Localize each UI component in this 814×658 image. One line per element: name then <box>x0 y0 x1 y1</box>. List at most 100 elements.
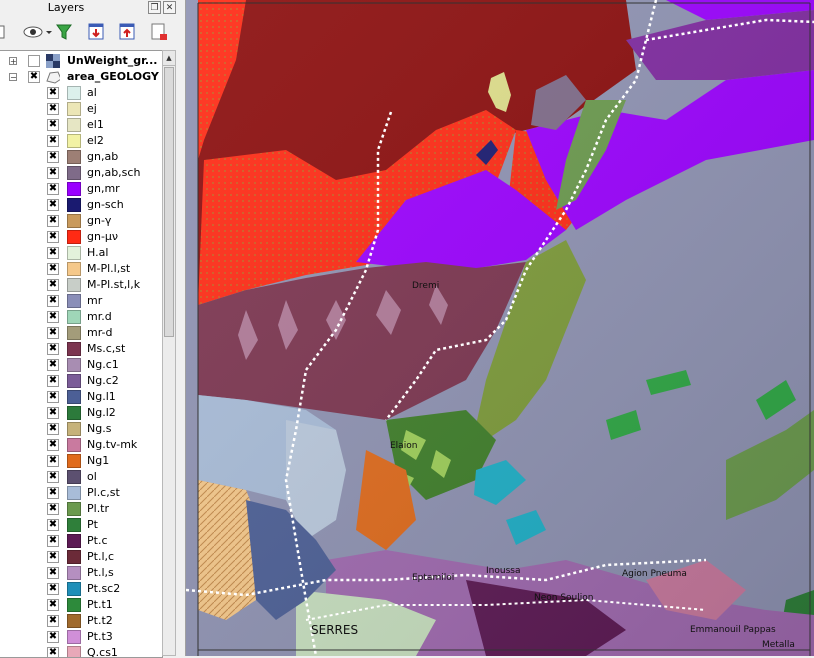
legend-item[interactable]: ✖ Ng.c2 <box>0 373 162 389</box>
legend-item[interactable]: ✖ gn,mr <box>0 181 162 197</box>
legend-item-checkbox[interactable]: ✖ <box>47 631 59 643</box>
legend-item-checkbox[interactable]: ✖ <box>47 647 59 657</box>
legend-item[interactable]: ✖ gn-sch <box>0 197 162 213</box>
legend-item-checkbox[interactable]: ✖ <box>47 423 59 435</box>
legend-item-checkbox[interactable]: ✖ <box>47 327 59 339</box>
legend-item[interactable]: ✖ gn-γ <box>0 213 162 229</box>
legend-item-checkbox[interactable]: ✖ <box>47 535 59 547</box>
layer-row-vector[interactable]: − ✖ area_GEOLOGY <box>0 69 162 85</box>
legend-item-checkbox[interactable]: ✖ <box>47 151 59 163</box>
legend-item-checkbox[interactable]: ✖ <box>47 375 59 387</box>
legend-color-swatch <box>67 598 81 612</box>
legend-item[interactable]: ✖ Pt.l,c <box>0 549 162 565</box>
legend-item-checkbox[interactable]: ✖ <box>47 135 59 147</box>
legend-item[interactable]: ✖ Ng.s <box>0 421 162 437</box>
legend-item[interactable]: ✖ ej <box>0 101 162 117</box>
legend-item[interactable]: ✖ ol <box>0 469 162 485</box>
legend-item-checkbox[interactable]: ✖ <box>47 391 59 403</box>
legend-item[interactable]: ✖ mr-d <box>0 325 162 341</box>
place-label-metalla: Metalla <box>762 640 795 650</box>
legend-item[interactable]: ✖ gn,ab,sch <box>0 165 162 181</box>
collapse-all-button[interactable] <box>117 22 139 42</box>
legend-color-swatch <box>67 422 81 436</box>
legend-item[interactable]: ✖ gn-μν <box>0 229 162 245</box>
legend-item-checkbox[interactable]: ✖ <box>47 519 59 531</box>
collapse-toggle[interactable]: − <box>9 73 17 82</box>
legend-item[interactable]: ✖ Pt.sc2 <box>0 581 162 597</box>
legend-item[interactable]: ✖ M-Pl.l,st <box>0 261 162 277</box>
layer-visibility-checkbox[interactable]: ✖ <box>28 71 40 83</box>
legend-color-swatch <box>67 230 81 244</box>
layer-visibility-checkbox[interactable] <box>28 55 40 67</box>
legend-item[interactable]: ✖ el2 <box>0 133 162 149</box>
legend-item[interactable]: ✖ Pl.tr <box>0 501 162 517</box>
remove-layer-button[interactable] <box>149 22 171 42</box>
legend-item[interactable]: ✖ Q.cs1 <box>0 645 162 657</box>
legend-item[interactable]: ✖ Pt <box>0 517 162 533</box>
legend-item-checkbox[interactable]: ✖ <box>47 599 59 611</box>
legend-color-swatch <box>67 326 81 340</box>
legend-item-checkbox[interactable]: ✖ <box>47 567 59 579</box>
legend-item[interactable]: ✖ H.al <box>0 245 162 261</box>
legend-item-checkbox[interactable]: ✖ <box>47 551 59 563</box>
legend-item[interactable]: ✖ Ng.l1 <box>0 389 162 405</box>
expand-all-button[interactable] <box>86 22 108 42</box>
legend-item[interactable]: ✖ Pt.t3 <box>0 629 162 645</box>
legend-item-label: Pt.t3 <box>87 630 113 643</box>
legend-item-checkbox[interactable]: ✖ <box>47 583 59 595</box>
manage-visibility-button[interactable] <box>22 22 52 42</box>
legend-item-checkbox[interactable]: ✖ <box>47 87 59 99</box>
legend-item-checkbox[interactable]: ✖ <box>47 295 59 307</box>
legend-color-swatch <box>67 534 81 548</box>
legend-item[interactable]: ✖ Pt.c <box>0 533 162 549</box>
legend-item-label: Pt <box>87 518 98 531</box>
legend-item[interactable]: ✖ Pt.l,s <box>0 565 162 581</box>
close-panel-button[interactable]: ✕ <box>163 1 176 14</box>
legend-item[interactable]: ✖ Ng1 <box>0 453 162 469</box>
legend-item[interactable]: ✖ Ng.l2 <box>0 405 162 421</box>
expand-toggle[interactable]: + <box>9 57 17 66</box>
legend-item-checkbox[interactable]: ✖ <box>47 199 59 211</box>
legend-item-checkbox[interactable]: ✖ <box>47 455 59 467</box>
layer-tree-scrollbar[interactable]: ▲ <box>162 50 176 656</box>
legend-item-checkbox[interactable]: ✖ <box>47 231 59 243</box>
legend-item[interactable]: ✖ Pt.t1 <box>0 597 162 613</box>
legend-item[interactable]: ✖ mr.d <box>0 309 162 325</box>
legend-item-checkbox[interactable]: ✖ <box>47 503 59 515</box>
legend-item-checkbox[interactable]: ✖ <box>47 247 59 259</box>
float-panel-button[interactable]: ❐ <box>148 1 161 14</box>
legend-item[interactable]: ✖ mr <box>0 293 162 309</box>
legend-item-checkbox[interactable]: ✖ <box>47 279 59 291</box>
legend-item-checkbox[interactable]: ✖ <box>47 359 59 371</box>
legend-color-swatch <box>67 310 81 324</box>
legend-item[interactable]: ✖ gn,ab <box>0 149 162 165</box>
filter-legend-button[interactable] <box>54 22 76 42</box>
layer-row-raster[interactable]: + UnWeight_gr... <box>0 53 162 69</box>
legend-item[interactable]: ✖ Ms.c,st <box>0 341 162 357</box>
legend-item-checkbox[interactable]: ✖ <box>47 471 59 483</box>
open-layer-styling-button[interactable] <box>0 22 18 42</box>
legend-item-checkbox[interactable]: ✖ <box>47 439 59 451</box>
geology-map[interactable]: SERRES Dremi Elaion Eptamiloi Inoussa Ag… <box>186 0 814 656</box>
legend-item-checkbox[interactable]: ✖ <box>47 103 59 115</box>
legend-item-checkbox[interactable]: ✖ <box>47 119 59 131</box>
legend-item[interactable]: ✖ Pl.c,st <box>0 485 162 501</box>
legend-item-checkbox[interactable]: ✖ <box>47 263 59 275</box>
legend-item-checkbox[interactable]: ✖ <box>47 407 59 419</box>
map-canvas[interactable]: SERRES Dremi Elaion Eptamiloi Inoussa Ag… <box>186 0 814 656</box>
legend-item[interactable]: ✖ Ng.tv-mk <box>0 437 162 453</box>
legend-item-checkbox[interactable]: ✖ <box>47 167 59 179</box>
legend-item[interactable]: ✖ Ng.c1 <box>0 357 162 373</box>
legend-item[interactable]: ✖ M-Pl.st,l,k <box>0 277 162 293</box>
legend-item-checkbox[interactable]: ✖ <box>47 487 59 499</box>
legend-item-checkbox[interactable]: ✖ <box>47 215 59 227</box>
scrollbar-thumb[interactable] <box>164 67 174 337</box>
legend-item-checkbox[interactable]: ✖ <box>47 615 59 627</box>
legend-item[interactable]: ✖ al <box>0 85 162 101</box>
scroll-up-button[interactable]: ▲ <box>163 51 175 66</box>
legend-item-checkbox[interactable]: ✖ <box>47 343 59 355</box>
legend-item-checkbox[interactable]: ✖ <box>47 183 59 195</box>
legend-item[interactable]: ✖ Pt.t2 <box>0 613 162 629</box>
legend-item-checkbox[interactable]: ✖ <box>47 311 59 323</box>
legend-item[interactable]: ✖ el1 <box>0 117 162 133</box>
